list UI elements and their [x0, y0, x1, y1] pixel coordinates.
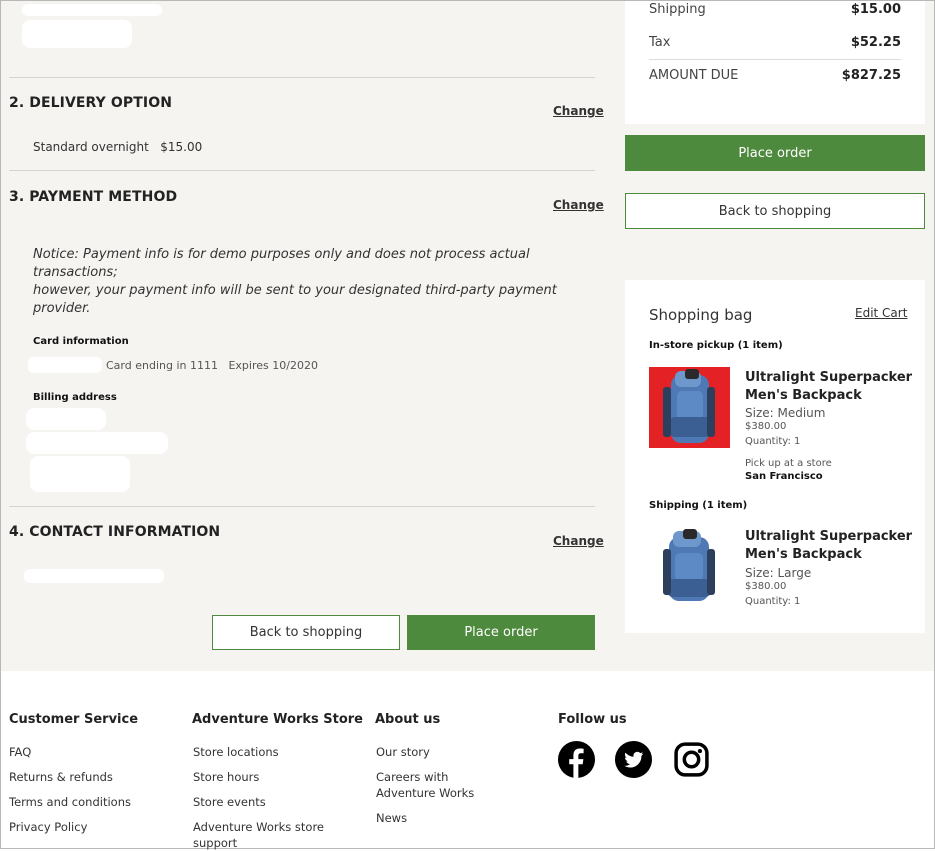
footer-link-terms[interactable]: Terms and conditions [9, 794, 131, 810]
footer-link-store-support[interactable]: Adventure Works store support [193, 819, 343, 851]
place-order-button[interactable]: Place order [407, 615, 595, 650]
footer-link-store-events[interactable]: Store events [193, 794, 266, 810]
footer-link-our-story[interactable]: Our story [376, 744, 430, 760]
product-quantity: Quantity: 1 [745, 596, 801, 607]
order-summary-card [625, 1, 925, 124]
change-payment-link[interactable]: Change [553, 198, 604, 212]
redacted-contact [24, 569, 164, 583]
change-delivery-link[interactable]: Change [553, 104, 604, 118]
product-price: $380.00 [745, 421, 787, 432]
amount-due-value: $827.25 [841, 68, 901, 83]
pickup-note: Pick up at a store [745, 458, 832, 469]
footer-link-privacy[interactable]: Privacy Policy [9, 819, 87, 835]
product-name-line: Ultralight Superpacker [745, 529, 913, 544]
amount-due-row: AMOUNT DUE $827.25 [649, 68, 901, 83]
card-detail: Card ending in 1111 Expires 10/2020 [106, 359, 318, 372]
footer-heading-customer-service: Customer Service [9, 712, 139, 727]
redacted-address [22, 4, 162, 16]
product-size: Size: Medium [745, 406, 826, 420]
product-name[interactable]: Ultralight Superpacker Men's Backpack [745, 528, 915, 564]
footer-heading-follow: Follow us [558, 712, 627, 727]
shipping-items-header: Shipping (1 item) [649, 500, 748, 511]
redacted-address [22, 20, 132, 48]
footer-link-store-locations[interactable]: Store locations [193, 744, 279, 760]
product-name[interactable]: Ultralight Superpacker Men's Backpack [745, 369, 915, 405]
twitter-icon[interactable] [615, 741, 652, 778]
delivery-option-name: Standard overnight [33, 140, 149, 154]
redacted-billing-address [30, 456, 130, 492]
product-size: Size: Large [745, 566, 812, 580]
tax-row: Tax $52.25 [649, 35, 901, 50]
delivery-option-title: 2. DELIVERY OPTION [9, 95, 173, 111]
redacted-card-name [28, 357, 102, 373]
section-divider [9, 77, 595, 78]
back-to-shopping-button[interactable]: Back to shopping [212, 615, 400, 650]
product-image[interactable] [649, 527, 730, 608]
back-to-shopping-button-sidebar[interactable]: Back to shopping [625, 193, 925, 229]
delivery-option-value: Standard overnight $15.00 [33, 140, 202, 154]
tax-label: Tax [649, 35, 671, 50]
backpack-icon [663, 529, 715, 601]
footer-link-store-hours[interactable]: Store hours [193, 769, 259, 785]
payment-notice-line: however, your payment info will be sent … [33, 283, 557, 316]
billing-address-label: Billing address [33, 392, 117, 403]
payment-notice-line: Notice: Payment info is for demo purpose… [33, 247, 530, 280]
product-name-line: Ultralight Superpacker [745, 370, 913, 385]
change-contact-link[interactable]: Change [553, 534, 604, 548]
facebook-icon [558, 741, 595, 778]
shipping-row: Shipping $15.00 [649, 2, 901, 17]
footer-link-news[interactable]: News [376, 810, 407, 826]
in-store-pickup-header: In-store pickup (1 item) [649, 340, 783, 351]
place-order-button-sidebar[interactable]: Place order [625, 135, 925, 171]
product-name-line: Men's Backpack [745, 547, 862, 562]
redacted-billing-address [26, 408, 106, 430]
payment-method-title: 3. PAYMENT METHOD [9, 189, 178, 205]
pickup-store: San Francisco [745, 471, 823, 482]
redacted-billing-address [26, 432, 168, 454]
edit-cart-link[interactable]: Edit Cart [855, 306, 907, 320]
delivery-option-price: $15.00 [160, 140, 203, 154]
facebook-icon[interactable] [558, 741, 595, 778]
instagram-icon[interactable] [673, 741, 710, 778]
summary-divider [649, 59, 901, 60]
amount-due-label: AMOUNT DUE [649, 68, 739, 83]
footer-link-careers[interactable]: Careers with Adventure Works [376, 769, 511, 801]
shipping-value: $15.00 [850, 2, 901, 17]
section-divider [9, 170, 595, 171]
shipping-label: Shipping [649, 2, 706, 17]
twitter-icon [615, 741, 652, 778]
product-name-line: Men's Backpack [745, 388, 862, 403]
instagram-icon [674, 742, 709, 777]
footer-heading-store: Adventure Works Store [192, 712, 363, 727]
product-image[interactable] [649, 367, 730, 448]
card-information-label: Card information [33, 336, 129, 347]
product-quantity: Quantity: 1 [745, 436, 801, 447]
tax-value: $52.25 [850, 35, 901, 50]
shopping-bag-title: Shopping bag [649, 306, 753, 324]
section-divider [9, 506, 595, 507]
footer-heading-about: About us [375, 712, 441, 727]
backpack-icon [663, 369, 715, 443]
footer-link-faq[interactable]: FAQ [9, 744, 31, 760]
payment-notice: Notice: Payment info is for demo purpose… [33, 246, 573, 318]
contact-information-title: 4. CONTACT INFORMATION [9, 524, 221, 540]
footer-link-returns[interactable]: Returns & refunds [9, 769, 113, 785]
product-price: $380.00 [745, 581, 787, 592]
